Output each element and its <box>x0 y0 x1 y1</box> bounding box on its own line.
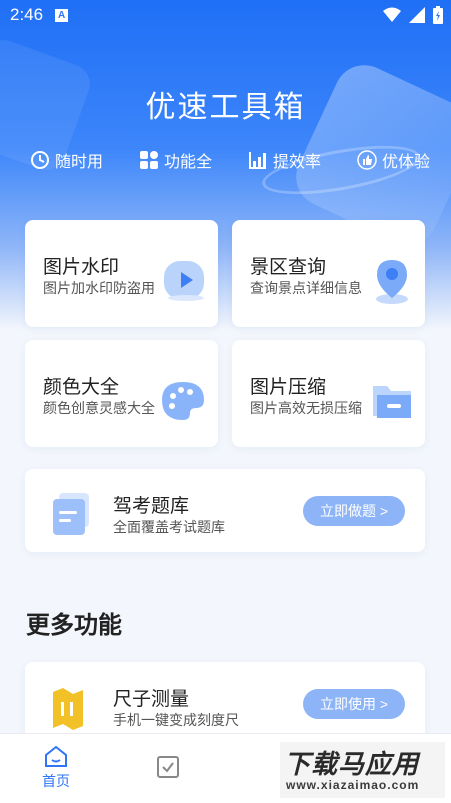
feature-item: 功能全 <box>139 148 212 172</box>
exam-card[interactable]: 驾考题库 全面覆盖考试题库 立即做题 > <box>25 469 425 552</box>
feature-item: 优体验 <box>357 148 430 172</box>
card-subtitle: 手机一键变成刻度尺 <box>113 712 239 728</box>
grid-icon <box>139 151 158 169</box>
location-pin-icon <box>376 260 408 304</box>
section-title-more: 更多功能 <box>26 612 122 639</box>
card-title: 尺子测量 <box>113 689 190 710</box>
feature-item: 随时用 <box>30 148 103 172</box>
tool-card-watermark[interactable]: 图片水印 图片加水印防盗用 <box>25 220 218 327</box>
document-stack-icon <box>53 493 89 535</box>
bar-chart-icon <box>248 152 266 169</box>
wifi-icon <box>383 7 401 22</box>
notification-badge: A <box>55 8 69 22</box>
ruler-icon <box>53 688 83 730</box>
use-now-button[interactable]: 立即使用 > <box>303 689 405 719</box>
feature-item: 提效率 <box>248 148 321 172</box>
bottom-nav: 首页 下载马应用 www.xiazaimao.com <box>0 733 451 803</box>
tool-card-scenic[interactable]: 景区查询 查询景点详细信息 <box>232 220 425 327</box>
nav-home[interactable]: 首页 <box>26 744 86 791</box>
tool-card-compress[interactable]: 图片压缩 图片高效无损压缩 <box>232 340 425 447</box>
card-title: 景区查询 <box>250 257 327 278</box>
folder-icon <box>373 386 411 418</box>
feature-label: 提效率 <box>272 154 321 171</box>
start-practice-button[interactable]: 立即做题 > <box>303 496 405 526</box>
watermark-logo: 下载马应用 www.xiazaimao.com <box>280 742 445 798</box>
status-icons <box>383 6 443 24</box>
palette-icon <box>162 382 204 420</box>
card-subtitle: 查询景点详细信息 <box>250 280 362 296</box>
watermark-url: www.xiazaimao.com <box>286 778 420 792</box>
card-title: 图片水印 <box>43 257 120 278</box>
card-subtitle: 颜色创意灵感大全 <box>43 400 155 416</box>
clock-icon <box>31 151 49 169</box>
feature-label: 功能全 <box>163 154 212 171</box>
card-subtitle: 图片高效无损压缩 <box>250 400 362 416</box>
card-title: 驾考题库 <box>113 496 190 517</box>
status-time: 2:46 <box>10 5 44 24</box>
thumbs-up-icon <box>357 150 377 170</box>
play-icon <box>164 261 204 301</box>
signal-icon <box>409 7 425 23</box>
card-title: 图片压缩 <box>250 377 327 398</box>
nav-home-label: 首页 <box>42 773 70 789</box>
checkbox-icon[interactable] <box>155 754 181 780</box>
card-subtitle: 图片加水印防盗用 <box>43 280 155 296</box>
feature-label: 随时用 <box>55 154 104 171</box>
status-bar: 2:46 A <box>0 0 451 30</box>
battery-icon <box>433 6 443 24</box>
tool-card-colors[interactable]: 颜色大全 颜色创意灵感大全 <box>25 340 218 447</box>
feature-label: 优体验 <box>381 154 430 171</box>
watermark-title: 下载马应用 <box>284 749 420 779</box>
app-title: 优速工具箱 <box>145 91 306 124</box>
card-subtitle: 全面覆盖考试题库 <box>113 519 225 535</box>
feature-highlights: 随时用 功能全 提效率 优体验 <box>30 148 430 172</box>
card-title: 颜色大全 <box>43 377 120 398</box>
home-icon <box>45 745 67 767</box>
